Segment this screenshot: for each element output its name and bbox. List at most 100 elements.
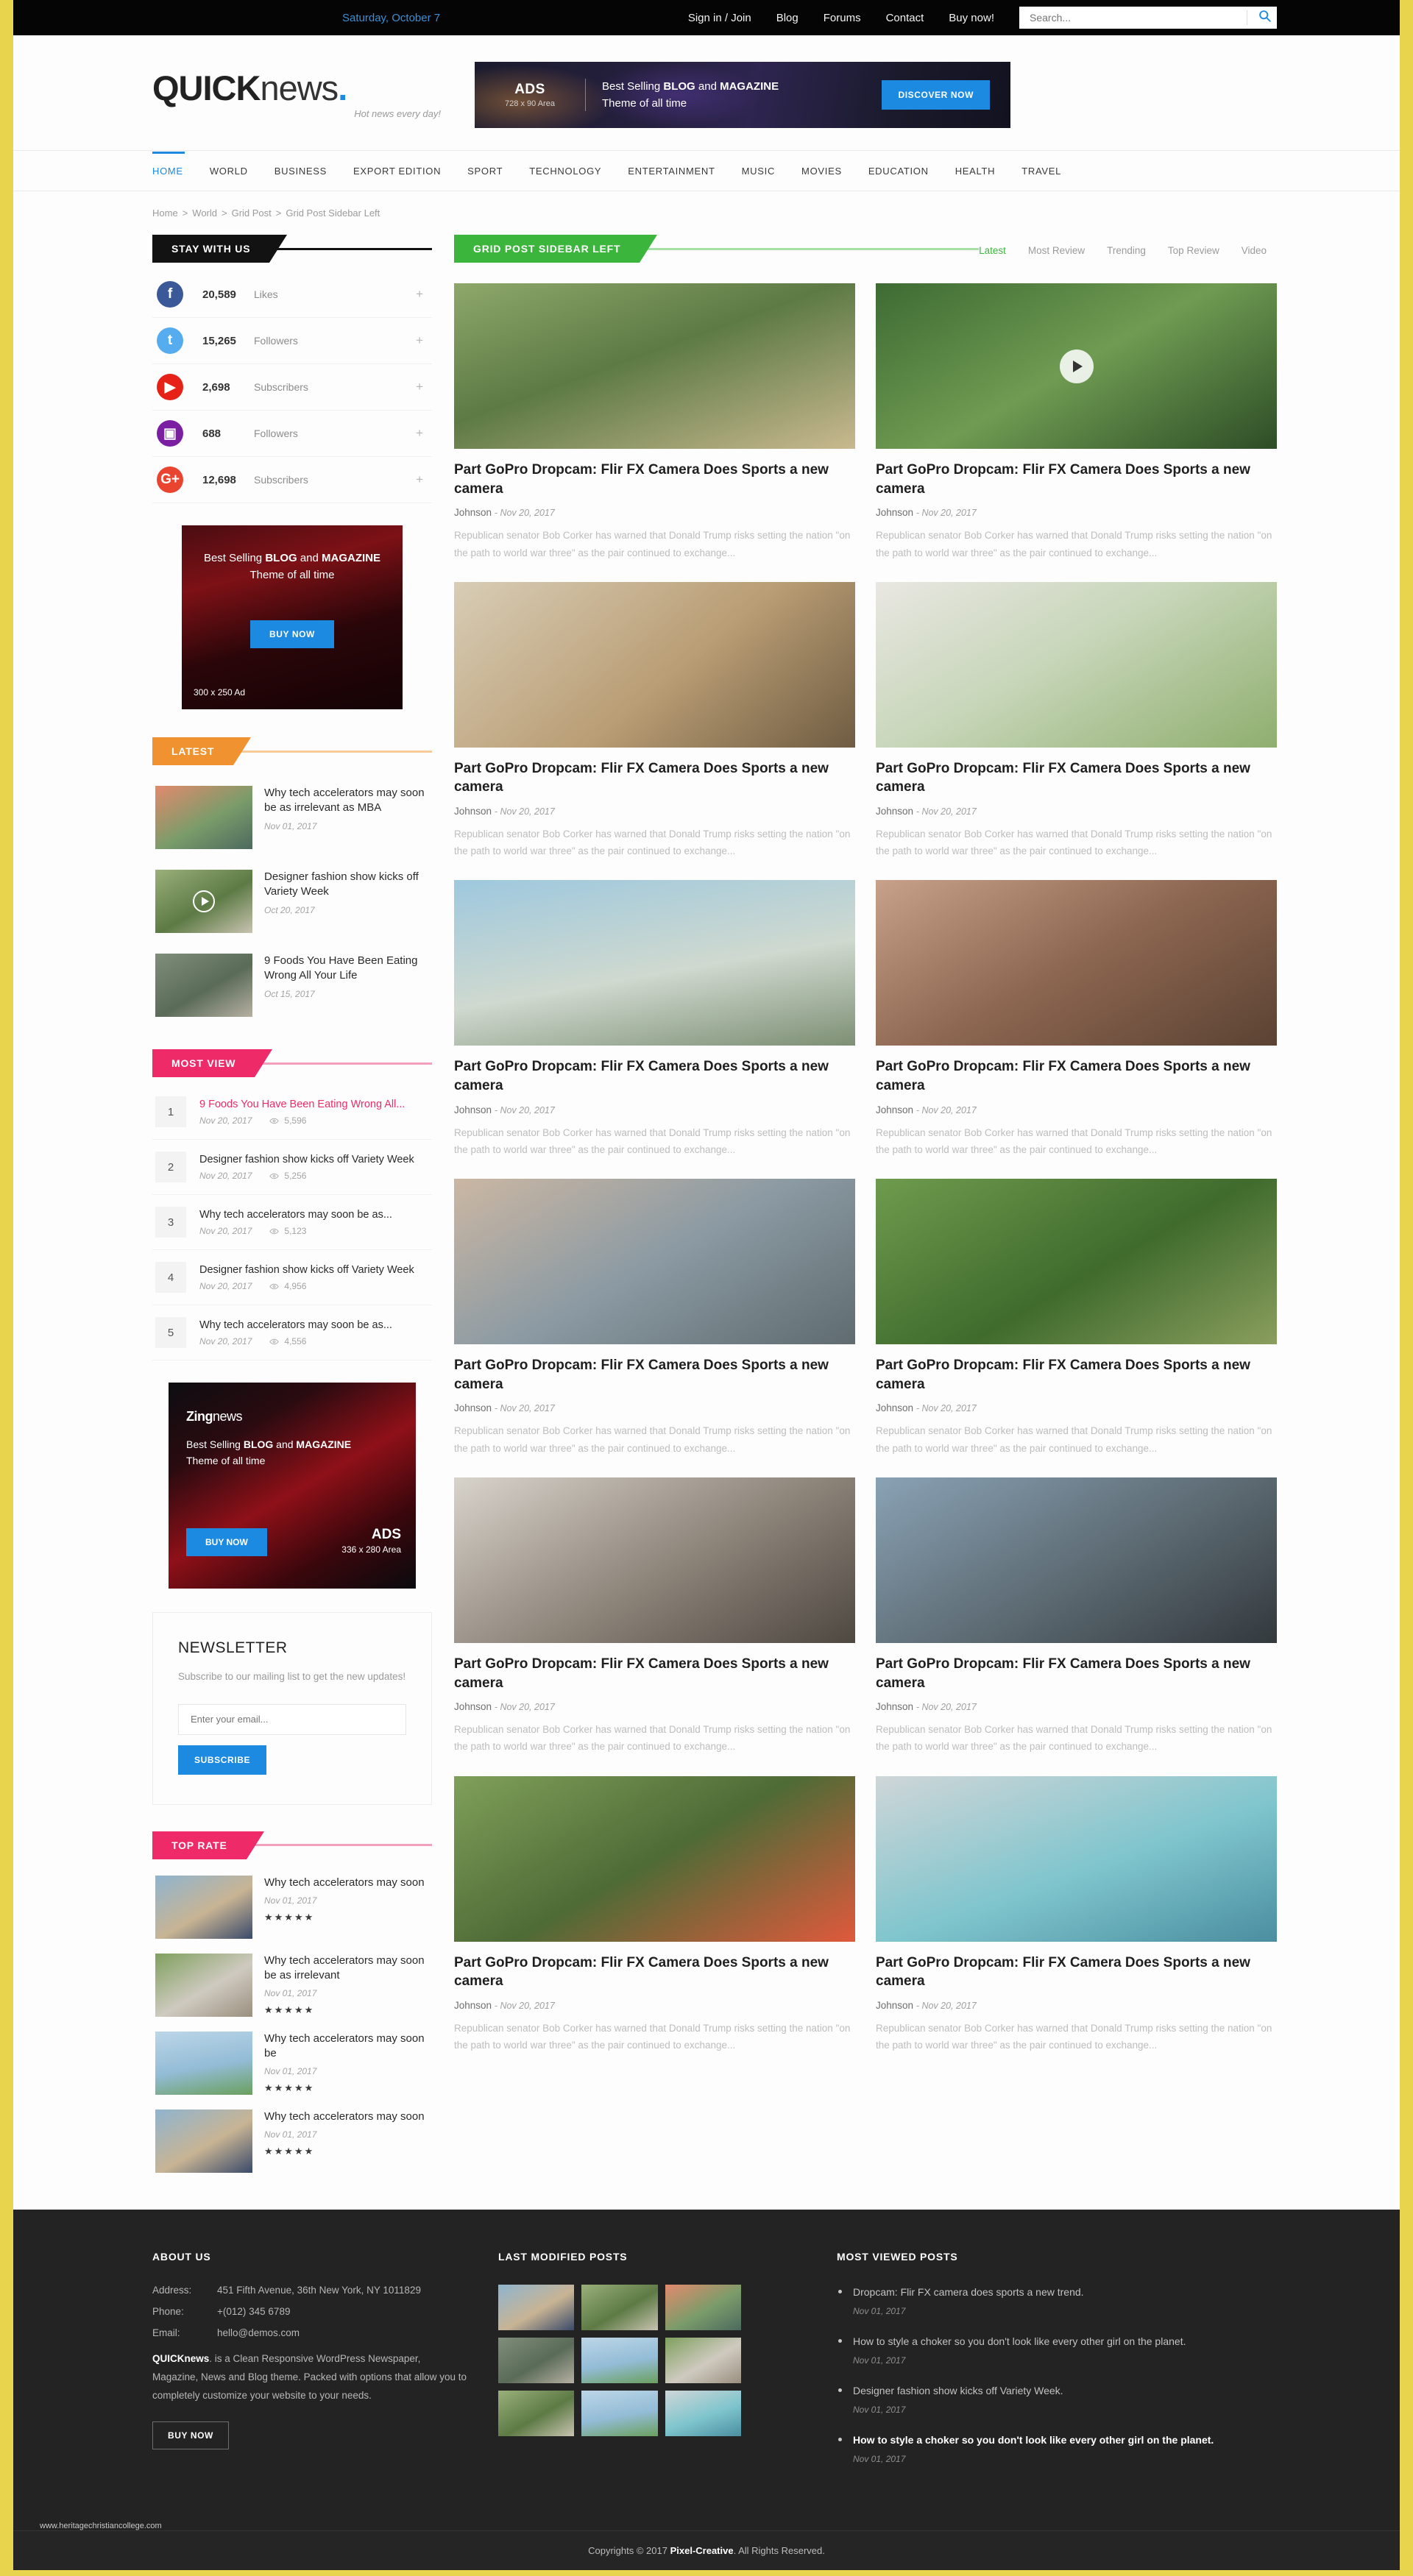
post-author[interactable]: Johnson [454, 507, 492, 518]
post-card[interactable]: Part GoPro Dropcam: Flir FX Camera Does … [876, 283, 1277, 561]
post-author[interactable]: Johnson [876, 1701, 913, 1712]
search-input[interactable] [1030, 12, 1239, 24]
post-image[interactable] [876, 1477, 1277, 1643]
social-row[interactable]: G+ 12,698 Subscribers + [152, 457, 432, 503]
post-title[interactable]: Part GoPro Dropcam: Flir FX Camera Does … [454, 461, 855, 498]
breadcrumb-item[interactable]: Home [152, 207, 178, 219]
sidebar-ad-300x250[interactable]: Best Selling BLOG and MAGAZINE Theme of … [182, 525, 403, 709]
post-author[interactable]: Johnson [454, 1104, 492, 1115]
post-image[interactable] [876, 1179, 1277, 1345]
post-image[interactable] [876, 581, 1277, 748]
newsletter-subscribe-button[interactable]: SUBSCRIBE [178, 1745, 267, 1775]
footer-thumbnail[interactable] [581, 2337, 658, 2383]
site-logo[interactable]: QUICKnews. Hot news every day! [136, 71, 453, 119]
post-thumbnail[interactable] [155, 2031, 252, 2095]
nav-item-export-edition[interactable]: EXPORT EDITION [353, 166, 441, 177]
nav-item-entertainment[interactable]: ENTERTAINMENT [628, 166, 715, 177]
post-title[interactable]: 9 Foods You Have Been Eating Wrong All Y… [264, 954, 429, 984]
post-title[interactable]: Why tech accelerators may soon be as... [199, 1319, 429, 1333]
social-follow-button[interactable]: + [416, 472, 428, 487]
discover-now-button[interactable]: DISCOVER NOW [882, 80, 990, 110]
post-card[interactable]: Part GoPro Dropcam: Flir FX Camera Does … [454, 880, 855, 1158]
post-card[interactable]: Part GoPro Dropcam: Flir FX Camera Does … [876, 1775, 1277, 2054]
breadcrumb-item[interactable]: World [192, 207, 217, 219]
social-follow-button[interactable]: + [416, 333, 428, 348]
post-title[interactable]: Part GoPro Dropcam: Flir FX Camera Does … [454, 759, 855, 797]
post-image[interactable] [454, 1477, 855, 1643]
list-item[interactable]: Designer fashion show kicks off Variety … [152, 859, 432, 943]
most-view-row[interactable]: 1 9 Foods You Have Been Eating Wrong All.… [152, 1085, 432, 1140]
post-thumbnail[interactable] [155, 870, 252, 933]
social-follow-button[interactable]: + [416, 426, 428, 441]
post-author[interactable]: Johnson [876, 806, 913, 817]
header-ad-banner[interactable]: ADS 728 x 90 Area Best Selling BLOG and … [475, 62, 1010, 128]
top-nav-forums[interactable]: Forums [824, 12, 861, 24]
post-author[interactable]: Johnson [876, 507, 913, 518]
list-item[interactable]: Why tech accelerators may soon be Nov 01,… [152, 2024, 432, 2102]
post-title[interactable]: Designer fashion show kicks off Variety … [199, 1153, 429, 1167]
nav-item-technology[interactable]: TECHNOLOGY [529, 166, 601, 177]
nav-item-health[interactable]: HEALTH [955, 166, 996, 177]
post-image[interactable] [454, 1775, 855, 1942]
list-item[interactable]: 9 Foods You Have Been Eating Wrong All Y… [152, 943, 432, 1027]
post-title[interactable]: Why tech accelerators may soon [264, 1876, 429, 1890]
post-card[interactable]: Part GoPro Dropcam: Flir FX Camera Does … [454, 283, 855, 561]
footer-thumbnail[interactable] [498, 2337, 575, 2383]
most-view-row[interactable]: 3 Why tech accelerators may soon be as...… [152, 1195, 432, 1250]
list-item[interactable]: Why tech accelerators may soon be as irr… [152, 1946, 432, 2024]
top-nav-contact[interactable]: Contact [886, 12, 924, 24]
nav-item-sport[interactable]: SPORT [467, 166, 503, 177]
post-title[interactable]: Why tech accelerators may soon be [264, 2032, 429, 2062]
post-title[interactable]: Part GoPro Dropcam: Flir FX Camera Does … [876, 1356, 1277, 1394]
post-author[interactable]: Johnson [454, 806, 492, 817]
post-title[interactable]: Designer fashion show kicks off Variety … [199, 1263, 429, 1277]
footer-thumbnail[interactable] [665, 2337, 741, 2383]
post-author[interactable]: Johnson [454, 1402, 492, 1413]
post-image[interactable] [454, 1179, 855, 1345]
tab-trending[interactable]: Trending [1107, 245, 1146, 256]
post-image[interactable] [876, 880, 1277, 1046]
footer-buy-now-button[interactable]: BUY NOW [152, 2421, 229, 2449]
footer-email-value[interactable]: hello@demos.com [217, 2327, 300, 2338]
footer-post-link[interactable]: How to style a choker so you don't look … [853, 2334, 1277, 2349]
play-icon[interactable] [193, 890, 215, 912]
footer-thumbnail[interactable] [665, 2284, 741, 2330]
zing-buy-now-button[interactable]: BUY NOW [186, 1528, 267, 1556]
top-nav-signin[interactable]: Sign in / Join [688, 12, 751, 24]
nav-item-home[interactable]: HOME [152, 151, 185, 177]
top-nav-buynow[interactable]: Buy now! [949, 12, 994, 24]
footer-post-item[interactable]: How to style a choker so you don't look … [837, 2433, 1277, 2464]
social-row[interactable]: f 20,589 Likes + [152, 272, 432, 318]
post-title[interactable]: Part GoPro Dropcam: Flir FX Camera Does … [454, 1954, 855, 1991]
post-title[interactable]: Part GoPro Dropcam: Flir FX Camera Does … [876, 759, 1277, 797]
search-box[interactable] [1019, 7, 1277, 29]
post-title[interactable]: Part GoPro Dropcam: Flir FX Camera Does … [454, 1655, 855, 1692]
nav-item-world[interactable]: WORLD [210, 166, 248, 177]
footer-thumbnail[interactable] [498, 2390, 575, 2436]
post-title[interactable]: Why tech accelerators may soon be as irr… [264, 1954, 429, 1984]
post-title[interactable]: Designer fashion show kicks off Variety … [264, 870, 429, 900]
post-card[interactable]: Part GoPro Dropcam: Flir FX Camera Does … [454, 1477, 855, 1756]
social-follow-button[interactable]: + [416, 380, 428, 394]
social-row[interactable]: t 15,265 Followers + [152, 318, 432, 364]
nav-item-education[interactable]: EDUCATION [868, 166, 929, 177]
post-author[interactable]: Johnson [454, 2000, 492, 2011]
post-author[interactable]: Johnson [454, 1701, 492, 1712]
most-view-row[interactable]: 5 Why tech accelerators may soon be as...… [152, 1305, 432, 1360]
post-image[interactable] [876, 1775, 1277, 1942]
nav-item-business[interactable]: BUSINESS [275, 166, 327, 177]
tab-most-review[interactable]: Most Review [1028, 245, 1085, 256]
post-card[interactable]: Part GoPro Dropcam: Flir FX Camera Does … [876, 880, 1277, 1158]
post-image[interactable] [454, 283, 855, 449]
footer-thumbnail[interactable] [581, 2390, 658, 2436]
social-row[interactable]: ▣ 688 Followers + [152, 411, 432, 457]
nav-item-music[interactable]: MUSIC [742, 166, 775, 177]
post-image[interactable] [454, 880, 855, 1046]
footer-post-link[interactable]: Dropcam: Flir FX camera does sports a ne… [853, 2285, 1277, 2300]
list-item[interactable]: Why tech accelerators may soon be as irr… [152, 776, 432, 859]
list-item[interactable]: Why tech accelerators may soon Nov 01, 20… [152, 2102, 432, 2180]
footer-post-item[interactable]: Dropcam: Flir FX camera does sports a ne… [837, 2285, 1277, 2316]
footer-post-link[interactable]: Designer fashion show kicks off Variety … [853, 2383, 1277, 2399]
tab-top-review[interactable]: Top Review [1168, 245, 1219, 256]
top-nav-blog[interactable]: Blog [776, 12, 798, 24]
